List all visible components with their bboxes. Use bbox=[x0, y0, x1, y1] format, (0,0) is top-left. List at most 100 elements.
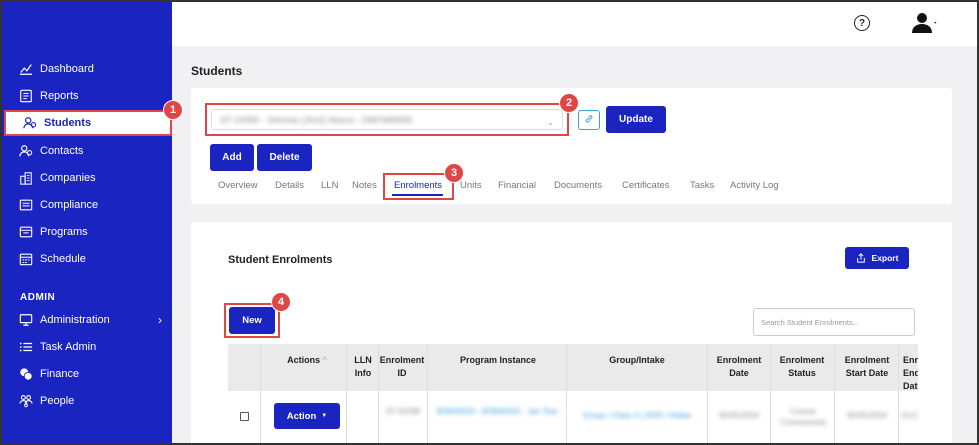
chevron-down-icon: ⌄ bbox=[547, 118, 554, 127]
report-icon bbox=[18, 88, 34, 104]
export-icon bbox=[856, 253, 866, 263]
column-divider bbox=[898, 344, 899, 443]
sidebar-item-label: Schedule bbox=[40, 253, 86, 265]
compliance-icon bbox=[18, 197, 34, 213]
column-header-enrolment-date[interactable]: Enrolment Date bbox=[708, 354, 770, 380]
row-action-button[interactable]: Action ▼ bbox=[274, 403, 340, 429]
student-select[interactable]: ST-10084 - Johnnie (Jim2) Nexus - 098768… bbox=[211, 109, 563, 130]
student-select-highlight: ST-10084 - Johnnie (Jim2) Nexus - 098768… bbox=[205, 103, 569, 136]
column-header-lln-info[interactable]: LLN Info bbox=[348, 354, 378, 380]
add-button[interactable]: Add bbox=[210, 144, 254, 171]
step-badge-3: 3 bbox=[444, 163, 464, 183]
monitor-icon bbox=[18, 312, 34, 328]
admin-section-label: ADMIN bbox=[20, 292, 56, 303]
line-chart-icon bbox=[18, 61, 34, 77]
tab-certificates[interactable]: Certificates bbox=[622, 180, 670, 191]
calendar-icon bbox=[18, 251, 34, 267]
link-icon bbox=[584, 111, 594, 129]
caret-down-icon: ▼ bbox=[321, 413, 328, 419]
sidebar-item-label: Dashboard bbox=[40, 63, 94, 75]
sidebar-item-label: Finance bbox=[40, 368, 80, 380]
sidebar-item-label: Reports bbox=[40, 90, 79, 102]
sidebar-item-schedule[interactable]: Schedule bbox=[2, 246, 172, 272]
coins-icon bbox=[18, 366, 34, 382]
sidebar-item-label: Companies bbox=[40, 172, 96, 184]
sidebar-item-label: Contacts bbox=[40, 145, 84, 157]
row-select-checkbox[interactable] bbox=[240, 412, 249, 421]
search-enrolments-input[interactable]: Search Student Enrolments... bbox=[753, 308, 915, 336]
people-icon bbox=[18, 393, 34, 409]
step-badge-4: 4 bbox=[271, 292, 291, 312]
tab-activity-log[interactable]: Activity Log bbox=[730, 180, 779, 191]
sidebar-item-programs[interactable]: Programs bbox=[2, 219, 172, 245]
sidebar-item-finance[interactable]: Finance bbox=[2, 361, 172, 387]
cell-enrolment-id: ST-00298 bbox=[385, 407, 421, 416]
sidebar-item-task-admin[interactable]: Task Admin bbox=[2, 334, 172, 360]
tab-documents[interactable]: Documents bbox=[554, 180, 602, 191]
sort-icon: ^ bbox=[322, 355, 327, 365]
step-badge-2: 2 bbox=[559, 93, 579, 113]
cell-enrolment-status: Course Commenced bbox=[780, 407, 826, 427]
column-header-enrolment-start-date[interactable]: Enrolment Start Date bbox=[834, 354, 900, 380]
sidebar-item-people[interactable]: People bbox=[2, 388, 172, 414]
cell-enrolment-date: 05/05/2024 bbox=[718, 411, 760, 420]
column-divider bbox=[427, 344, 428, 443]
step-badge-1: 1 bbox=[163, 100, 183, 120]
sidebar-item-compliance[interactable]: Compliance bbox=[2, 192, 172, 218]
column-divider bbox=[707, 344, 708, 443]
sidebar-item-companies[interactable]: Companies bbox=[2, 165, 172, 191]
delete-button[interactable]: Delete bbox=[257, 144, 312, 171]
tab-tasks[interactable]: Tasks bbox=[690, 180, 714, 191]
export-button[interactable]: Export bbox=[845, 247, 909, 269]
column-header-actions[interactable]: Actions ^ bbox=[272, 354, 342, 367]
column-header-enrolment-end-date[interactable]: Enrolment End Date bbox=[898, 354, 918, 393]
export-label: Export bbox=[871, 253, 899, 263]
list-icon bbox=[18, 339, 34, 355]
sidebar-item-label: Compliance bbox=[40, 199, 99, 211]
cell-enrolment-start-date: 05/05/2024 bbox=[846, 411, 888, 420]
sidebar-item-dashboard[interactable]: Dashboard bbox=[2, 56, 172, 82]
cell-program-instance[interactable]: BSB40520 - BSB40520 - Jan Test bbox=[434, 406, 560, 417]
enrolments-tab-highlight bbox=[383, 173, 454, 200]
help-icon[interactable]: ? bbox=[854, 15, 870, 31]
tab-details[interactable]: Details bbox=[275, 180, 304, 191]
user-avatar-icon[interactable] bbox=[912, 12, 938, 34]
tab-financial[interactable]: Financial bbox=[498, 180, 536, 191]
column-divider bbox=[378, 344, 379, 443]
programs-icon bbox=[18, 224, 34, 240]
column-divider bbox=[834, 344, 835, 443]
tab-units[interactable]: Units bbox=[460, 180, 482, 191]
sidebar-item-administration[interactable]: Administration › bbox=[2, 307, 172, 333]
column-divider bbox=[566, 344, 567, 443]
contacts-icon bbox=[18, 143, 34, 159]
sidebar-item-label: Administration bbox=[40, 314, 110, 326]
sidebar-item-label: People bbox=[40, 395, 75, 407]
column-header-enrolment-status[interactable]: Enrolment Status bbox=[770, 354, 834, 380]
cell-enrolment-end-date: 31/12 bbox=[901, 411, 918, 420]
sidebar-item-label: Students bbox=[44, 117, 92, 129]
page-title: Students bbox=[191, 64, 243, 78]
sidebar-item-contacts[interactable]: Contacts bbox=[2, 138, 172, 164]
column-header-group-intake[interactable]: Group/Intake bbox=[567, 354, 707, 367]
column-divider bbox=[770, 344, 771, 443]
sidebar-item-reports[interactable]: Reports bbox=[2, 83, 172, 109]
row-action-label: Action bbox=[286, 410, 317, 422]
companies-icon bbox=[18, 170, 34, 186]
students-icon bbox=[22, 115, 38, 131]
link-button[interactable] bbox=[578, 110, 600, 130]
sidebar-item-label: Programs bbox=[40, 226, 88, 238]
column-header-enrolment-id[interactable]: Enrolment ID bbox=[376, 354, 428, 380]
sidebar-item-label: Task Admin bbox=[40, 341, 97, 353]
update-button[interactable]: Update bbox=[606, 106, 666, 133]
column-label: Actions bbox=[287, 355, 321, 365]
tab-lln[interactable]: LLN bbox=[321, 180, 338, 191]
tab-notes[interactable]: Notes bbox=[352, 180, 377, 191]
app-window: Dashboard Reports Students Contacts Comp… bbox=[0, 0, 979, 445]
column-header-program-instance[interactable]: Program Instance bbox=[428, 354, 568, 367]
sidebar-item-students[interactable]: Students bbox=[4, 110, 172, 136]
sidebar: Dashboard Reports Students Contacts Comp… bbox=[2, 2, 172, 443]
chevron-right-icon: › bbox=[158, 313, 162, 327]
cell-group-intake[interactable]: Group / Class 3 | 2025 / Intake bbox=[572, 410, 702, 421]
column-divider bbox=[346, 344, 347, 443]
tab-overview[interactable]: Overview bbox=[218, 180, 258, 191]
